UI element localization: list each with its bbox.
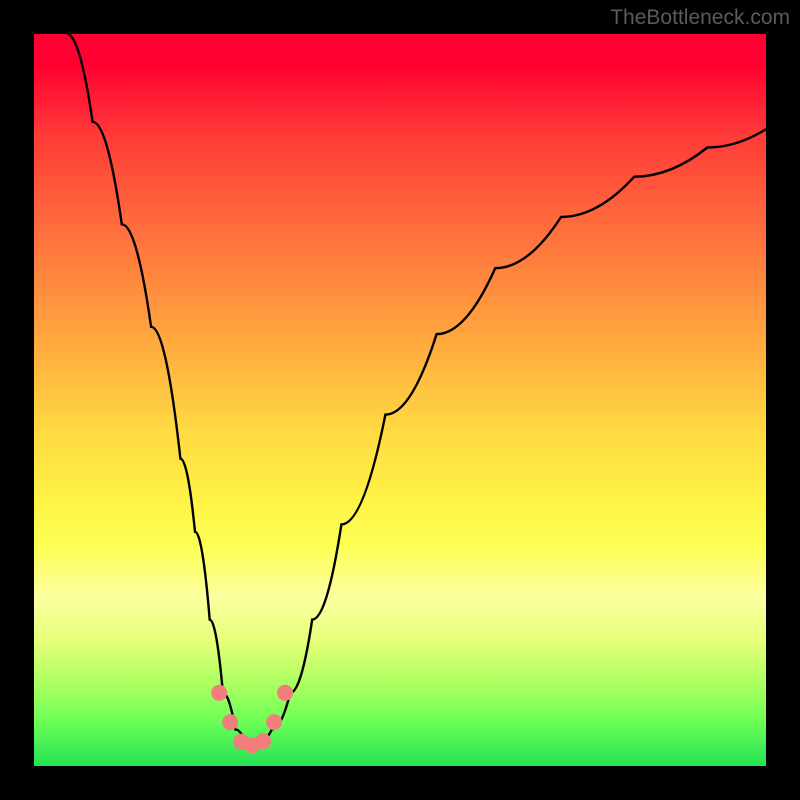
chart-frame: TheBottleneck.com: [0, 0, 800, 800]
plot-area: [34, 34, 766, 766]
watermark-text: TheBottleneck.com: [610, 6, 790, 30]
